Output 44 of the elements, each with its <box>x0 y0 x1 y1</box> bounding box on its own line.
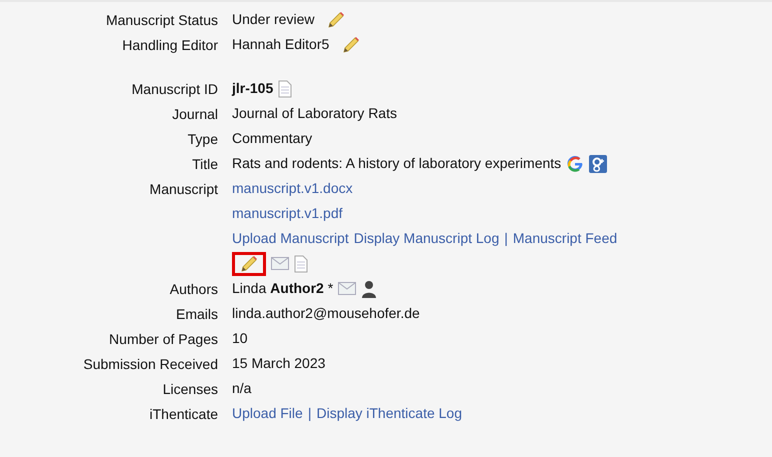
pencil-icon <box>240 254 258 272</box>
field-value: 15 March 2023 <box>232 354 326 373</box>
field-label: Submission Received <box>83 356 218 372</box>
field-value: Rats and rodents: A history of laboratory experiments <box>232 154 562 173</box>
field-label: Authors <box>170 281 218 297</box>
field-value: Hannah Editor5 <box>232 35 330 54</box>
field-value: Commentary <box>232 129 312 148</box>
link[interactable]: manuscript.v1.pdf <box>232 203 342 224</box>
pencil-icon <box>327 10 346 28</box>
field-value: Under review <box>232 10 314 29</box>
field-label: Manuscript ID <box>132 81 218 97</box>
field-label: iThenticate <box>150 406 218 422</box>
link[interactable]: Manuscript Feed <box>512 228 618 249</box>
document-icon[interactable] <box>278 80 292 98</box>
person-icon[interactable] <box>361 280 378 298</box>
field-value: jlr-105 <box>232 79 274 98</box>
field-label: Handling Editor <box>122 37 218 53</box>
mail-icon[interactable] <box>271 257 289 270</box>
field-value: Journal of Laboratory Rats <box>232 104 397 123</box>
link[interactable]: Upload Manuscript <box>232 228 349 249</box>
highlighted-edit-button[interactable] <box>232 252 266 276</box>
mail-icon[interactable] <box>338 282 356 295</box>
field-label: Manuscript <box>150 181 218 197</box>
separator: | <box>504 229 508 248</box>
field-value: 10 <box>232 329 248 348</box>
link[interactable]: manuscript.v1.docx <box>232 178 353 199</box>
field-label: Manuscript Status <box>106 12 218 28</box>
field-label: Number of Pages <box>109 331 218 347</box>
pencil-icon <box>342 36 360 54</box>
separator: | <box>308 404 312 423</box>
google-icon[interactable] <box>566 154 584 172</box>
link[interactable]: Display iThenticate Log <box>316 403 462 424</box>
field-label: Emails <box>176 306 218 322</box>
field-label: Journal <box>172 106 218 122</box>
link[interactable]: Upload File <box>232 403 303 424</box>
field-label: Title <box>192 156 218 172</box>
field-value: linda.author2@mousehofer.de <box>232 304 420 323</box>
field-value: Linda Author2* <box>232 279 334 298</box>
field-value: n/a <box>232 379 252 398</box>
link[interactable]: Display Manuscript Log <box>354 228 500 249</box>
field-label: Type <box>188 131 218 147</box>
google-plus-icon[interactable] <box>589 154 608 172</box>
document-icon[interactable] <box>294 254 308 272</box>
field-label: Licenses <box>162 381 218 397</box>
